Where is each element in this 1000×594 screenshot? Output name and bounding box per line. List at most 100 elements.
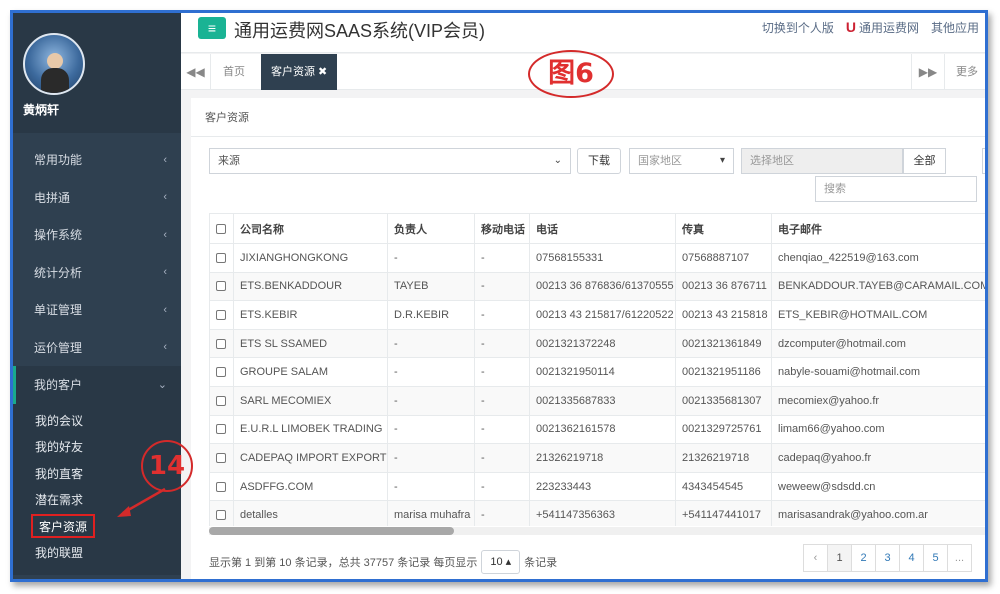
table-row[interactable]: GROUPE SALAM - -0021321950114 0021321951186… <box>209 357 985 387</box>
source-select[interactable]: 来源 ⌄ <box>209 148 571 174</box>
table-row[interactable]: detalles marisa muhafra - +541147356363 +541… <box>209 500 985 526</box>
page-button[interactable]: 3 <box>875 544 900 572</box>
sidebar-item[interactable]: 运价管理 ‹ <box>13 329 181 367</box>
table-cell: 00213 43 215817/61220522 <box>529 300 676 330</box>
scrollbar-thumb[interactable] <box>209 527 454 535</box>
row-checkbox[interactable] <box>209 414 234 445</box>
annotation-arrow <box>117 487 166 517</box>
column-header[interactable]: 电子邮件 <box>771 213 985 244</box>
extra-filter[interactable] <box>982 148 985 174</box>
column-header[interactable]: 负责人 <box>387 213 475 244</box>
sidebar-item[interactable]: 电拼通 ‹ <box>13 179 181 217</box>
table-row[interactable]: E.U.R.L LIMOBEK TRADING - -0021362161578 00… <box>209 414 985 445</box>
search-input[interactable]: 搜索 <box>815 176 977 202</box>
table-cell: +541147356363 <box>529 500 676 526</box>
table-row[interactable]: ETS.BENKADDOUR TAYEB -00213 36 876836/6137… <box>209 271 985 302</box>
horizontal-scrollbar[interactable] <box>209 527 985 535</box>
row-checkbox[interactable] <box>209 328 234 359</box>
tab-customer-resources[interactable]: 客户资源 ✖ <box>261 54 338 90</box>
chevron-left-icon: ‹ <box>163 341 167 354</box>
sidebar-item-my-customers[interactable]: 我的客户 ⌄ <box>13 366 181 404</box>
table-row[interactable]: ETS SL SSAMED - -0021321372248 002132136184… <box>209 328 985 359</box>
yunfei-link-label: 通用运费网 <box>858 21 919 35</box>
tab-home[interactable]: 首页 <box>213 54 255 90</box>
table-cell: CADEPAQ IMPORT EXPORT <box>233 443 388 473</box>
tab-scroll-left-icon[interactable]: ◀◀ <box>181 54 211 90</box>
all-button[interactable]: 全部 <box>903 148 946 174</box>
column-header[interactable]: 传真 <box>675 213 772 244</box>
row-checkbox[interactable] <box>209 443 234 473</box>
top-links: 切换到个人版 U 通用运费网 其他应用 <box>762 19 979 36</box>
select-all-checkbox[interactable] <box>209 213 234 244</box>
caret-down-icon: ▾ <box>719 155 725 166</box>
tab-scroll-right-icon[interactable]: ▶▶ <box>911 54 945 90</box>
column-header[interactable]: 公司名称 <box>233 213 388 244</box>
checkbox-icon <box>216 453 226 464</box>
table-row[interactable]: JIXIANGHONGKONG - -07568155331 07568887107 c… <box>209 243 985 273</box>
menu-toggle-button[interactable]: ≡ <box>198 17 226 39</box>
table-cell: - <box>474 243 530 273</box>
yunfei-logo-icon: U <box>845 19 856 35</box>
row-checkbox[interactable] <box>209 471 234 502</box>
table-cell: 223233443 <box>529 471 676 502</box>
sidebar-subitem[interactable]: 我的会议 <box>13 408 181 435</box>
sidebar-item[interactable]: 常用功能 ‹ <box>13 141 181 179</box>
table-cell: 00213 43 215818 <box>675 300 772 330</box>
app-title: 通用运费网SAAS系统(VIP会员) <box>234 21 486 41</box>
page-button[interactable]: 4 <box>899 544 924 572</box>
table-cell: - <box>474 357 530 387</box>
tab-more-button[interactable]: 更多 <box>949 54 985 90</box>
table-cell: - <box>387 414 475 445</box>
sidebar-item[interactable]: 操作系统 ‹ <box>13 216 181 254</box>
table-row[interactable]: ASDFFG.COM - -223233443 4343454545 weweew@sd… <box>209 471 985 502</box>
row-checkbox[interactable] <box>209 385 234 416</box>
row-checkbox[interactable] <box>209 500 234 526</box>
other-apps-link[interactable]: 其他应用 <box>931 19 979 36</box>
table-cell: cadepaq@yahoo.fr <box>771 443 985 473</box>
country-select[interactable]: 国家地区 ▾ <box>629 148 734 174</box>
page-button[interactable]: ... <box>947 544 972 572</box>
sidebar-subitem[interactable]: 我的联盟 <box>13 540 181 567</box>
page-button[interactable]: 5 <box>923 544 948 572</box>
table-cell: - <box>474 271 530 302</box>
sidebar-item[interactable]: 统计分析 ‹ <box>13 254 181 292</box>
table-cell: - <box>387 328 475 359</box>
column-header[interactable]: 移动电话 <box>474 213 530 244</box>
column-header[interactable]: 电话 <box>529 213 676 244</box>
page-size-select[interactable]: 10 ▴ <box>481 550 521 574</box>
avatar-head <box>47 53 63 69</box>
checkbox-icon <box>216 338 226 349</box>
row-checkbox[interactable] <box>209 357 234 387</box>
table-cell: 0021335681307 <box>675 385 772 416</box>
avatar[interactable] <box>23 33 85 95</box>
row-checkbox[interactable] <box>209 300 234 330</box>
checkbox-icon <box>216 223 226 234</box>
region-input[interactable]: 选择地区 <box>741 148 903 174</box>
table-row[interactable]: ETS.KEBIR D.R.KEBIR -00213 43 215817/61220… <box>209 300 985 330</box>
download-button[interactable]: 下载 <box>577 148 621 174</box>
table-cell: 0021321372248 <box>529 328 676 359</box>
chevron-down-icon: ⌄ <box>157 379 167 392</box>
yunfei-link[interactable]: U 通用运费网 <box>846 19 919 36</box>
table-cell: ETS.BENKADDOUR <box>233 271 388 302</box>
table-cell: 0021362161578 <box>529 414 676 445</box>
page-button[interactable]: 2 <box>851 544 876 572</box>
sidebar-item[interactable]: 单证管理 ‹ <box>13 291 181 329</box>
page-button[interactable]: 1 <box>827 544 852 572</box>
table-cell: BENKADDOUR.TAYEB@CARAMAIL.COM <box>771 271 985 302</box>
page-prev-button[interactable]: ‹ <box>803 544 828 572</box>
table-cell: 0021321950114 <box>529 357 676 387</box>
switch-personal-link[interactable]: 切换到个人版 <box>762 19 834 36</box>
table-row[interactable]: SARL MECOMIEX - -0021335687833 002133568130… <box>209 385 985 416</box>
table-cell: 21326219718 <box>529 443 676 473</box>
table-cell: 00213 36 876711 <box>675 271 772 302</box>
table-cell: - <box>474 500 530 526</box>
divider <box>191 136 985 137</box>
avatar-body <box>41 68 69 93</box>
row-checkbox[interactable] <box>209 271 234 302</box>
table-cell: - <box>387 243 475 273</box>
sidebar-subitem-customer-resources[interactable]: 客户资源 <box>31 513 96 538</box>
table-row[interactable]: CADEPAQ IMPORT EXPORT - -21326219718 213262… <box>209 443 985 473</box>
row-checkbox[interactable] <box>209 243 234 273</box>
username[interactable]: 黄炳轩 <box>23 101 59 118</box>
